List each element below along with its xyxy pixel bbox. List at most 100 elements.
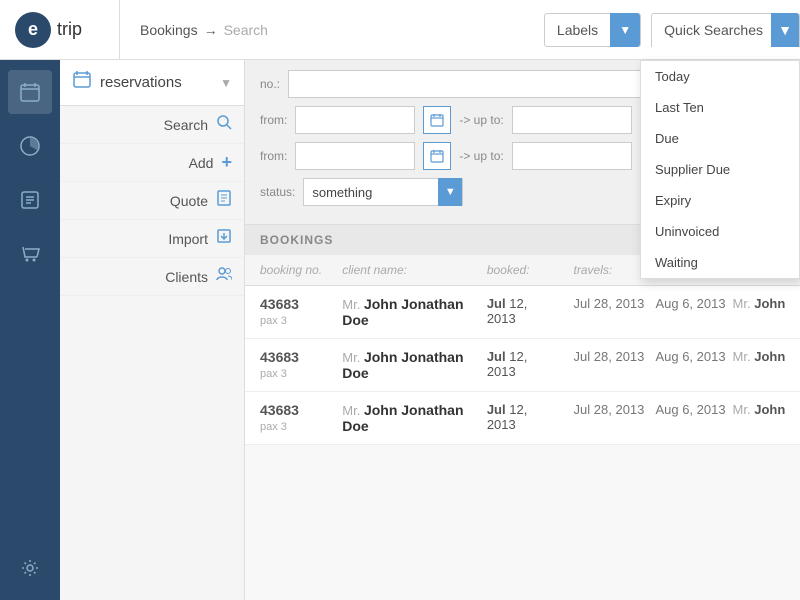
breadcrumb: Bookings → Search [120, 22, 544, 38]
row-booking-no: 43683 pax 3 [245, 402, 332, 433]
agent-title: Mr. [733, 349, 751, 364]
date-to2-input[interactable] [512, 142, 632, 170]
qs-waiting[interactable]: Waiting [641, 247, 799, 278]
booking-no-label: no.: [260, 77, 280, 91]
booked-day: 12, [509, 296, 527, 311]
sidebar-icon-cart[interactable] [8, 232, 52, 276]
panel-arrow-icon[interactable]: ▼ [220, 76, 232, 90]
date-from-input[interactable] [295, 106, 415, 134]
quote-button[interactable]: Quote [60, 182, 244, 220]
booked-year: 2013 [487, 311, 516, 326]
pax-count: pax 3 [260, 368, 287, 380]
add-icon: + [221, 152, 232, 173]
row-travels: Jul 28, 2013 [574, 296, 656, 311]
quick-searches-dropdown: Today Last Ten Due Supplier Due Expiry U… [640, 60, 800, 279]
breadcrumb-current: Search [224, 22, 268, 38]
agent-name: John [754, 296, 785, 311]
row-booking-no: 43683 pax 3 [245, 296, 332, 327]
quick-searches-arrow-icon[interactable]: ▼ [771, 13, 799, 47]
clients-label: Clients [165, 269, 208, 285]
clients-icon [216, 266, 232, 287]
status-select[interactable]: something ▼ [303, 178, 463, 206]
booked-year: 2013 [487, 417, 516, 432]
row-booked: Jul 12,2013 [487, 296, 574, 326]
logo-area: e trip [0, 0, 120, 60]
labels-arrow-icon[interactable]: ▼ [610, 13, 640, 47]
pax-count: pax 3 [260, 421, 287, 433]
col-header-client: client name: [332, 263, 487, 277]
labels-label: Labels [545, 22, 610, 38]
quick-searches-label: Quick Searches [664, 22, 763, 38]
row-agent: Mr. John [733, 349, 800, 364]
table-row[interactable]: 43683 pax 3 Mr. John Jonathan Doe Jul 12… [245, 286, 800, 339]
row-booking-no: 43683 pax 3 [245, 349, 332, 380]
add-label: Add [189, 155, 214, 171]
row-booked: Jul 12,2013 [487, 402, 574, 432]
qs-due[interactable]: Due [641, 123, 799, 154]
date-to-input[interactable] [512, 106, 632, 134]
client-title: Mr. [342, 403, 364, 418]
col-header-booked: booked: [487, 263, 574, 277]
calendar-from2-icon[interactable] [423, 142, 451, 170]
left-panel: reservations ▼ Search Add + Quote Import [60, 60, 245, 600]
panel-header-icon [72, 70, 92, 95]
booked-year: 2013 [487, 364, 516, 379]
table-row[interactable]: 43683 pax 3 Mr. John Jonathan Doe Jul 12… [245, 392, 800, 445]
status-label: status: [260, 185, 295, 199]
date-from2-input[interactable] [295, 142, 415, 170]
booking-number: 43683 [260, 349, 332, 365]
panel-title: reservations [100, 74, 212, 91]
upto-label-2: -> up to: [459, 149, 503, 163]
qs-expiry[interactable]: Expiry [641, 185, 799, 216]
clients-button[interactable]: Clients [60, 258, 244, 296]
agent-title: Mr. [733, 296, 751, 311]
row-returns: Aug 6, 2013 [655, 349, 732, 364]
row-booked: Jul 12,2013 [487, 349, 574, 379]
table-row[interactable]: 43683 pax 3 Mr. John Jonathan Doe Jul 12… [245, 339, 800, 392]
upto-label-1: -> up to: [459, 113, 503, 127]
add-button[interactable]: Add + [60, 144, 244, 182]
import-button[interactable]: Import [60, 220, 244, 258]
sidebar-icon-settings[interactable] [8, 546, 52, 590]
booked-month: Jul [487, 296, 506, 311]
booked-day: 12, [509, 402, 527, 417]
quick-searches-button[interactable]: Quick Searches ▼ [651, 13, 800, 47]
agent-name: John [754, 349, 785, 364]
qs-supplier-due[interactable]: Supplier Due [641, 154, 799, 185]
search-icon [216, 114, 232, 135]
booked-month: Jul [487, 402, 506, 417]
search-label: Search [164, 117, 208, 133]
client-title: Mr. [342, 350, 364, 365]
booking-number: 43683 [260, 402, 332, 418]
client-title: Mr. [342, 297, 364, 312]
import-icon [216, 228, 232, 249]
breadcrumb-root[interactable]: Bookings [140, 22, 198, 38]
quote-label: Quote [170, 193, 208, 209]
qs-uninvoiced[interactable]: Uninvoiced [641, 216, 799, 247]
row-agent: Mr. John [733, 296, 800, 311]
date-from2-label: from: [260, 149, 287, 163]
qs-last-ten[interactable]: Last Ten [641, 92, 799, 123]
import-label: Import [168, 231, 208, 247]
row-agent: Mr. John [733, 402, 800, 417]
agent-title: Mr. [733, 402, 751, 417]
agent-name: John [754, 402, 785, 417]
qs-today[interactable]: Today [641, 61, 799, 92]
results-table: booking no. client name: booked: travels… [245, 255, 800, 445]
search-button[interactable]: Search [60, 106, 244, 144]
topbar: e trip Bookings → Search Labels ▼ Quick … [0, 0, 800, 60]
status-arrow-icon[interactable]: ▼ [438, 178, 462, 206]
sidebar-icon-chart[interactable] [8, 124, 52, 168]
row-travels: Jul 28, 2013 [574, 402, 656, 417]
sidebar [0, 60, 60, 600]
booked-month: Jul [487, 349, 506, 364]
row-client: Mr. John Jonathan Doe [332, 296, 487, 328]
calendar-from-icon[interactable] [423, 106, 451, 134]
booking-number: 43683 [260, 296, 332, 312]
pax-count: pax 3 [260, 315, 287, 327]
date-from-label: from: [260, 113, 287, 127]
labels-dropdown[interactable]: Labels ▼ [544, 13, 641, 47]
sidebar-icon-calendar[interactable] [8, 70, 52, 114]
sidebar-icon-contacts[interactable] [8, 178, 52, 222]
logo-icon: e [15, 12, 51, 48]
